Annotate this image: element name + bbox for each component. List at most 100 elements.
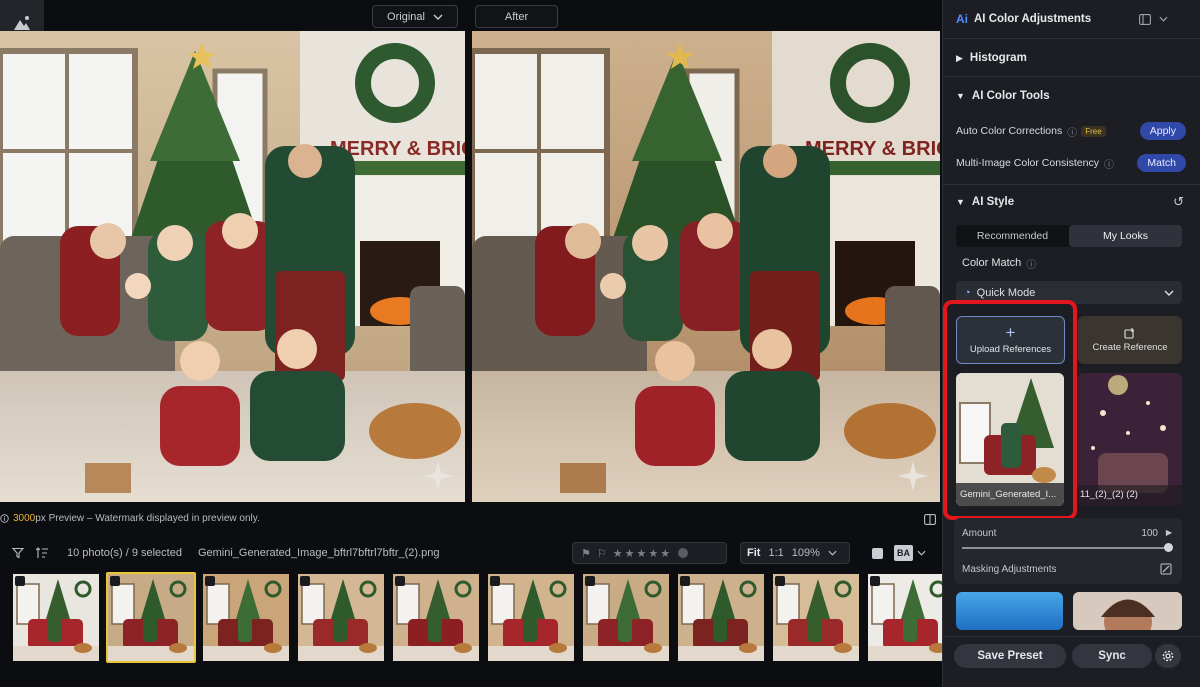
ai-color-tools-section[interactable]: ▼ AI Color Tools [942, 86, 1200, 106]
free-badge: Free [1081, 125, 1106, 137]
edited-badge-icon [585, 576, 595, 586]
preset-thumb-portrait[interactable] [1073, 592, 1182, 630]
edited-badge-icon [15, 576, 25, 586]
help-icon[interactable]: ⓘ [1067, 124, 1077, 139]
histogram-section[interactable]: ▶ Histogram [942, 48, 1200, 68]
filmstrip-thumbnail[interactable] [486, 572, 576, 663]
chevron-down-icon[interactable] [917, 550, 926, 556]
amount-slider-track[interactable] [962, 543, 1173, 552]
gauge-icon: ◔ [964, 286, 971, 299]
amount-slider-thumb[interactable] [1164, 543, 1173, 552]
thumbnail-image [773, 574, 859, 661]
multi-image-row: Multi-Image Color Consistency ⓘ Match [942, 153, 1200, 173]
edited-badge-icon [680, 576, 690, 586]
photo-count: 10 photo(s) / 9 selected [67, 547, 182, 559]
panel-title: AI Color Adjustments [974, 13, 1092, 25]
reject-flag-icon[interactable]: ⚐ [597, 547, 607, 560]
thumbnail-image [678, 574, 764, 661]
help-icon[interactable]: ⓘ [1026, 256, 1036, 271]
sync-settings-button[interactable] [1155, 644, 1181, 668]
chevron-down-icon [1164, 290, 1174, 296]
app-window: Original After MERRY & BRIGHT [0, 0, 1200, 687]
color-match-label: Color Match [962, 257, 1022, 269]
auto-color-label: Auto Color Corrections [956, 125, 1063, 137]
style-tabs: Recommended My Looks [956, 225, 1182, 247]
filmstrip-thumbnail[interactable] [676, 572, 766, 663]
before-after-toggle[interactable]: BA [894, 545, 913, 561]
star-rating-icon[interactable]: ★★★★★ [613, 547, 672, 560]
save-preset-button[interactable]: Save Preset [954, 644, 1066, 668]
ai-style-section[interactable]: ▼ AI Style ↺ [942, 192, 1200, 212]
filmstrip-thumbnail[interactable] [106, 572, 196, 663]
thumbnail-image [393, 574, 479, 661]
reference-name-2: 11_(2)_(2) (2) [1080, 489, 1138, 500]
portrait-image [1073, 592, 1182, 630]
preview-note: 3000 px Preview – Watermark displayed in … [0, 513, 260, 524]
create-reference-button[interactable]: Create Reference [1078, 316, 1182, 364]
after-preview[interactable]: MERRY & BRIGHT [472, 31, 940, 502]
filmstrip-thumbnail[interactable] [581, 572, 671, 663]
zoom-controls: Fit 1:1 109% [740, 542, 850, 564]
apply-button[interactable]: Apply [1139, 122, 1186, 140]
auto-color-row: Auto Color Corrections ⓘ Free Apply [942, 121, 1200, 141]
gear-icon [1162, 650, 1174, 662]
tab-my-looks[interactable]: My Looks [1069, 225, 1182, 247]
original-dropdown[interactable]: Original [372, 5, 458, 28]
create-label: Create Reference [1092, 342, 1168, 353]
thumbnail-image [488, 574, 574, 661]
thumbnail-image [583, 574, 669, 661]
multi-image-label: Multi-Image Color Consistency [956, 157, 1099, 169]
help-icon[interactable]: ⓘ [1104, 156, 1114, 171]
chevron-down-icon[interactable] [1159, 16, 1168, 22]
chevron-down-icon[interactable] [828, 550, 837, 556]
edited-badge-icon [395, 576, 405, 586]
sync-button[interactable]: Sync [1072, 644, 1152, 668]
create-reference-icon [1124, 328, 1134, 339]
filter-icon[interactable] [12, 547, 24, 559]
filmstrip [0, 572, 954, 664]
filmstrip-thumbnail[interactable] [201, 572, 291, 663]
original-preview[interactable]: MERRY & BRIGHT [0, 31, 465, 502]
reference-party-image [1078, 373, 1182, 506]
ai-style-title: AI Style [971, 196, 1015, 208]
amount-box: Amount 100 ▶ Masking Adjustments [954, 518, 1182, 584]
amount-label: Amount [962, 528, 997, 539]
zoom-level[interactable]: 109% [792, 547, 820, 559]
thumbnail-image [298, 574, 384, 661]
masking-brush-icon[interactable] [1160, 563, 1172, 575]
filmstrip-thumbnail[interactable] [296, 572, 386, 663]
thumbnail-image [13, 574, 99, 661]
single-view-icon[interactable] [872, 547, 883, 559]
panel-header: Ai AI Color Adjustments [942, 8, 1200, 30]
preset-thumb-sky[interactable] [956, 592, 1063, 630]
reset-icon[interactable]: ↺ [1173, 194, 1184, 210]
rating-bar: ⚑ ⚐ ★★★★★ [572, 542, 727, 564]
current-filename: Gemini_Generated_Image_bftrl7bftrl7bftr_… [197, 547, 440, 559]
caret-down-icon: ▼ [956, 91, 965, 101]
flag-icon[interactable]: ⚑ [581, 547, 591, 560]
match-button[interactable]: Match [1137, 154, 1186, 172]
chevron-down-icon [433, 14, 443, 20]
original-label: Original [387, 10, 425, 23]
reference-card-party[interactable]: 11_(2)_(2) (2) [1078, 373, 1182, 506]
one-to-one-button[interactable]: 1:1 [768, 547, 783, 559]
edited-badge-icon [490, 576, 500, 586]
edited-badge-icon [110, 576, 120, 586]
filmstrip-thumbnail[interactable] [11, 572, 101, 663]
caret-right-icon: ▶ [956, 52, 963, 63]
ai-logo-icon: Ai [956, 12, 968, 26]
masking-label: Masking Adjustments [962, 564, 1057, 575]
filmstrip-thumbnail[interactable] [771, 572, 861, 663]
caret-right-icon[interactable]: ▶ [1166, 528, 1172, 537]
sort-icon[interactable] [36, 547, 49, 559]
color-label-icon[interactable] [678, 548, 689, 558]
panel-layout-icon[interactable] [1139, 13, 1151, 25]
edited-badge-icon [870, 576, 880, 586]
fit-button[interactable]: Fit [747, 547, 760, 559]
filmstrip-thumbnail[interactable] [391, 572, 481, 663]
amount-value[interactable]: 100 [1141, 528, 1158, 539]
split-view-icon[interactable] [924, 514, 936, 528]
after-button[interactable]: After [475, 5, 558, 28]
preview-size: 3000 [13, 513, 36, 524]
tab-recommended[interactable]: Recommended [956, 225, 1069, 247]
